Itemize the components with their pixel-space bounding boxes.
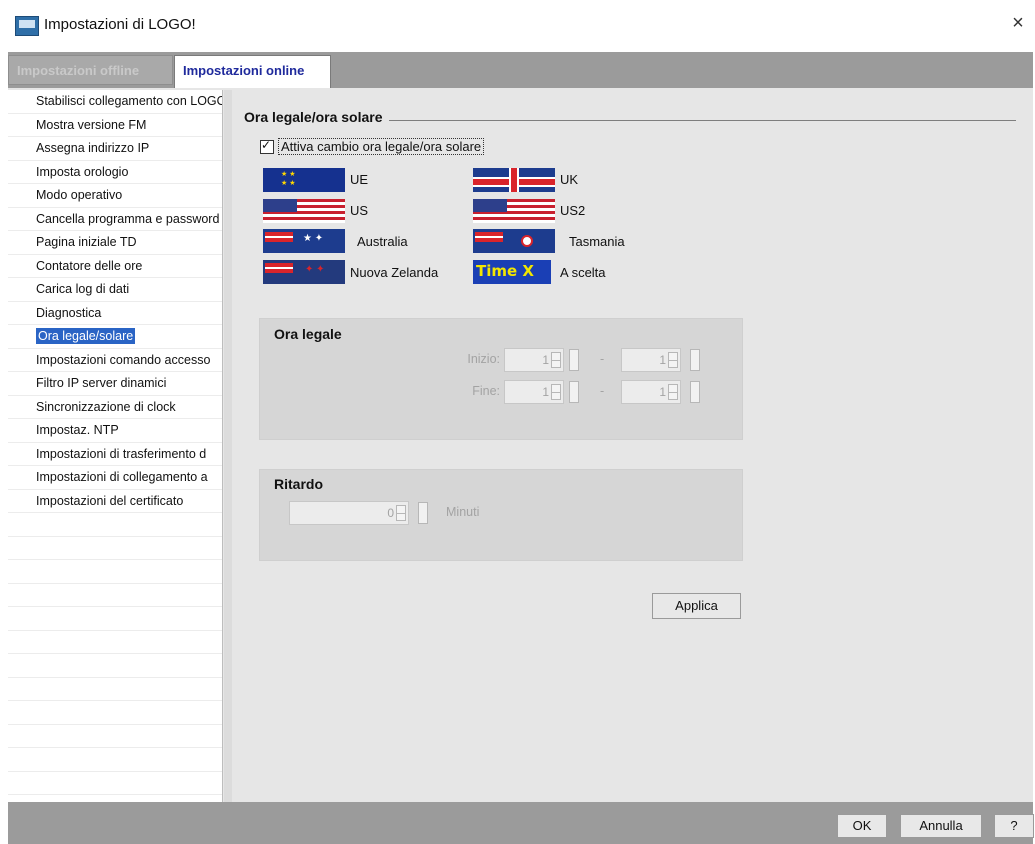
spin-arrows-icon[interactable] [396, 505, 406, 521]
custom-flag-text: Time X [476, 262, 534, 280]
delay-value: 0 [387, 506, 394, 520]
tab-online-settings[interactable]: Impostazioni online [174, 55, 331, 88]
tasmania-flag-icon[interactable] [473, 229, 555, 253]
sidebar-item-hour-counter[interactable]: Contatore delle ore [8, 255, 222, 278]
start-day-value: 1 [542, 353, 549, 367]
empty-row [8, 537, 222, 560]
australia-flag-icon[interactable] [263, 229, 345, 253]
sidebar-item-clock[interactable]: Imposta orologio [8, 161, 222, 184]
new-zealand-flag-icon[interactable] [263, 260, 345, 284]
sidebar-scrollbar[interactable] [224, 90, 232, 802]
dst-enable-checkbox[interactable] [260, 138, 274, 154]
apply-button[interactable]: Applica [652, 593, 741, 619]
end-day-value: 1 [542, 385, 549, 399]
sidebar-item-operating-mode[interactable]: Modo operativo [8, 184, 222, 208]
delay-spinner[interactable]: 0 [289, 501, 409, 525]
window-title: Impostazioni di LOGO! [44, 16, 196, 33]
empty-row [8, 560, 222, 584]
empty-row [8, 725, 222, 748]
sidebar-item-data-log[interactable]: Carica log di dati [8, 278, 222, 302]
sidebar-item-fm-version[interactable]: Mostra versione FM [8, 114, 222, 137]
region-label-uk[interactable]: UK [560, 172, 578, 187]
delay-picker-button[interactable] [418, 502, 428, 524]
start-day-picker-button[interactable] [569, 349, 579, 371]
spin-arrows-icon[interactable] [668, 384, 678, 400]
start-label: Inizio: [467, 352, 500, 366]
start-day-spinner[interactable]: 1 [504, 348, 564, 372]
uk-flag-icon[interactable] [473, 168, 555, 192]
start-separator: - [600, 352, 605, 366]
sidebar-item-transfer-settings[interactable]: Impostazioni di trasferimento d [8, 443, 222, 466]
sidebar-item-td-start-page[interactable]: Pagina iniziale TD [8, 231, 222, 255]
end-separator: - [600, 384, 605, 398]
sidebar-item-delete-program[interactable]: Cancella programma e password [8, 208, 222, 231]
empty-row [8, 772, 222, 795]
cancel-button[interactable]: Annulla [900, 814, 982, 838]
us-flag-icon[interactable] [263, 199, 345, 223]
ora-legale-title: Ora legale [274, 326, 342, 342]
sidebar-item-clock-sync[interactable]: Sincronizzazione di clock [8, 396, 222, 419]
help-button[interactable]: ? [994, 814, 1034, 838]
end-day-spinner[interactable]: 1 [504, 380, 564, 404]
spin-arrows-icon[interactable] [551, 384, 561, 400]
empty-row [8, 631, 222, 654]
empty-row [8, 607, 222, 631]
title-bar: Impostazioni di LOGO! × [0, 0, 1035, 52]
custom-time-icon[interactable]: Time X [473, 260, 551, 284]
sidebar-item-certificate[interactable]: Impostazioni del certificato [8, 490, 222, 513]
end-label: Fine: [472, 384, 500, 398]
start-month-picker-button[interactable] [690, 349, 700, 371]
spin-arrows-icon[interactable] [668, 352, 678, 368]
us2-flag-icon[interactable] [473, 199, 555, 223]
region-label-tasmania[interactable]: Tasmania [569, 234, 625, 249]
region-label-custom[interactable]: A scelta [560, 265, 606, 280]
empty-row [8, 654, 222, 678]
region-label-nz[interactable]: Nuova Zelanda [350, 265, 438, 280]
tab-strip: Impostazioni offline Impostazioni online [8, 52, 1033, 88]
empty-row [8, 701, 222, 725]
end-day-picker-button[interactable] [569, 381, 579, 403]
region-label-ue[interactable]: UE [350, 172, 368, 187]
spin-arrows-icon[interactable] [551, 352, 561, 368]
region-label-us2[interactable]: US2 [560, 203, 585, 218]
end-month-spinner[interactable]: 1 [621, 380, 681, 404]
empty-row [8, 748, 222, 772]
ritardo-title: Ritardo [274, 476, 323, 492]
dst-enable-label[interactable]: Attiva cambio ora legale/ora solare [278, 138, 485, 155]
empty-row [8, 584, 222, 607]
end-month-picker-button[interactable] [690, 381, 700, 403]
section-title: Ora legale/ora solare [244, 109, 389, 125]
region-label-australia[interactable]: Australia [357, 234, 408, 249]
ok-button[interactable]: OK [837, 814, 887, 838]
end-month-value: 1 [659, 385, 666, 399]
sidebar-item-connect[interactable]: Stabilisci collegamento con LOGO [8, 90, 222, 114]
sidebar-item-access-control[interactable]: Impostazioni comando accesso [8, 349, 222, 372]
eu-flag-icon[interactable] [263, 168, 345, 192]
tab-offline-settings[interactable]: Impostazioni offline [8, 55, 173, 85]
close-icon[interactable]: × [1007, 12, 1029, 35]
sidebar-item-connection-settings[interactable]: Impostazioni di collegamento a [8, 466, 222, 490]
sidebar-item-ntp[interactable]: Impostaz. NTP [8, 419, 222, 443]
sidebar-item-diagnostics[interactable]: Diagnostica [8, 302, 222, 325]
empty-row [8, 513, 222, 537]
sidebar: Stabilisci collegamento con LOGO Mostra … [8, 90, 223, 802]
empty-row [8, 678, 222, 701]
region-label-us[interactable]: US [350, 203, 368, 218]
delay-unit-label: Minuti [446, 505, 480, 519]
start-month-value: 1 [659, 353, 666, 367]
sidebar-item-ip-filter[interactable]: Filtro IP server dinamici [8, 372, 222, 396]
sidebar-item-dst[interactable]: Ora legale/solare [8, 325, 222, 349]
sidebar-item-ip-address[interactable]: Assegna indirizzo IP [8, 137, 222, 161]
logo-app-icon [15, 16, 39, 36]
start-month-spinner[interactable]: 1 [621, 348, 681, 372]
